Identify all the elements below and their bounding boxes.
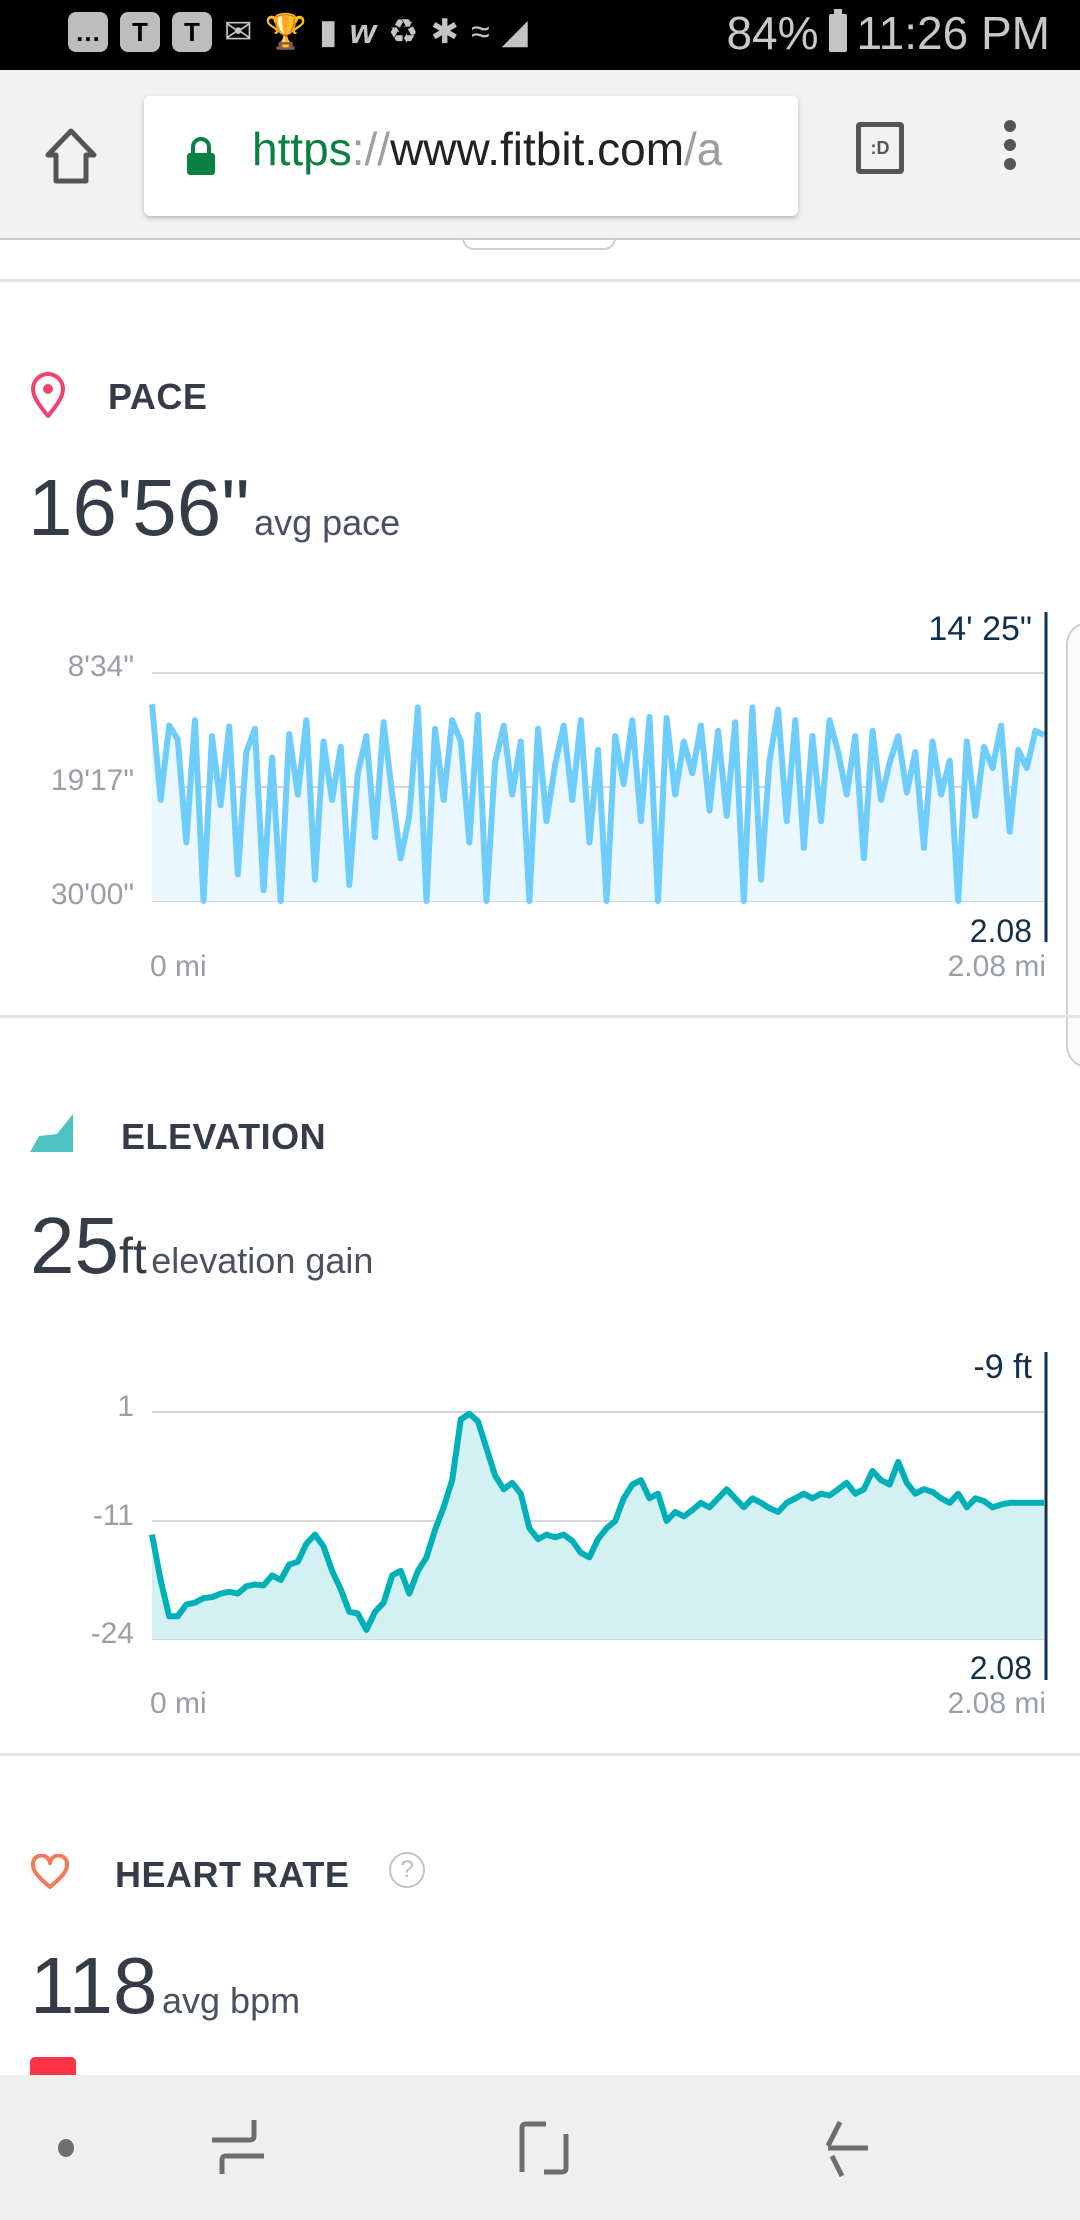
- help-icon: ?: [400, 1856, 414, 1883]
- heart-rate-title: HEART RATE: [115, 1854, 350, 1895]
- heart-rate-unit-label: avg bpm: [162, 1980, 301, 2021]
- android-nav-bar: [0, 2075, 1080, 2220]
- elevation-area: [152, 1413, 1044, 1639]
- keyboard-dot-icon[interactable]: [58, 2139, 74, 2157]
- heart-rate-value: 118: [30, 1941, 158, 2030]
- home-nav-button[interactable]: [518, 2120, 574, 2180]
- heart-icon: [30, 1853, 70, 1890]
- divider: [0, 1753, 1080, 1756]
- help-button[interactable]: ?: [389, 1852, 425, 1888]
- elevation-chart[interactable]: [0, 0, 1080, 1760]
- heart-rate-summary: 118 avg bpm: [30, 1940, 300, 2032]
- back-button[interactable]: [820, 2120, 876, 2180]
- recent-apps-button[interactable]: [210, 2120, 266, 2180]
